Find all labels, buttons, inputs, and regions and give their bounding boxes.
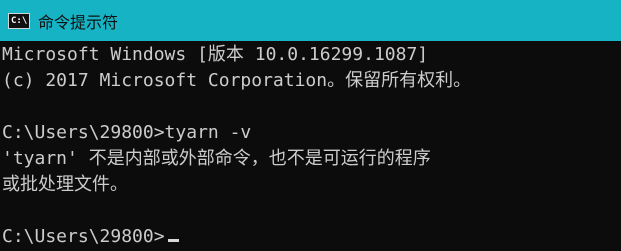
- cmd-app-icon[interactable]: C:\: [8, 12, 30, 29]
- prompt-text: C:\Users\29800>: [2, 226, 165, 247]
- text-cursor: [167, 239, 179, 242]
- console-line: Microsoft Windows [版本 10.0.16299.1087]: [2, 44, 429, 65]
- console-line: (c) 2017 Microsoft Corporation。保留所有权利。: [2, 70, 472, 91]
- cmd-window: C:\ 命令提示符 Microsoft Windows [版本 10.0.162…: [0, 0, 621, 251]
- title-bar[interactable]: C:\ 命令提示符: [0, 0, 621, 41]
- prompt-line[interactable]: C:\Users\29800>: [2, 224, 621, 250]
- console-line: 或批处理文件。: [2, 174, 128, 195]
- window-title: 命令提示符: [38, 12, 119, 32]
- console-line: C:\Users\29800>tyarn -v: [2, 122, 252, 143]
- console-output[interactable]: Microsoft Windows [版本 10.0.16299.1087] (…: [0, 41, 621, 251]
- console-line: 'tyarn' 不是内部或外部命令，也不是可运行的程序: [2, 148, 431, 169]
